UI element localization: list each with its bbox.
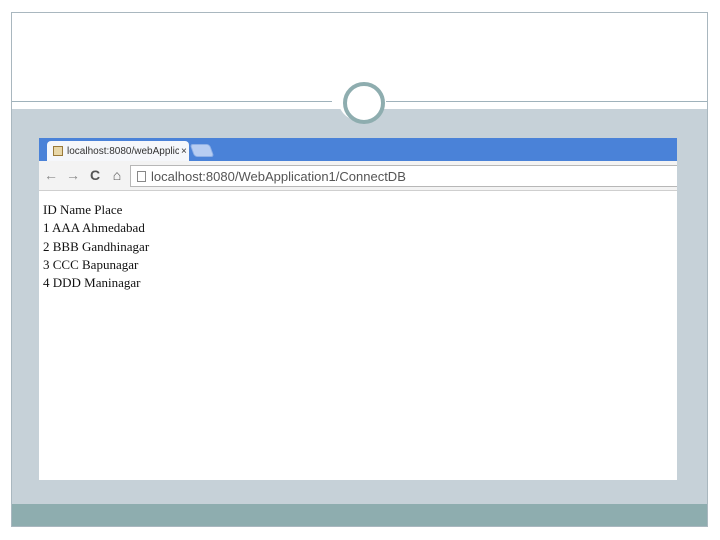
page-content: ID Name Place 1 AAA Ahmedabad 2 BBB Gand… xyxy=(43,201,673,292)
reload-icon[interactable]: C xyxy=(87,167,103,183)
content-line-header: ID Name Place xyxy=(43,202,123,217)
content-line: 3 CCC Bapunagar xyxy=(43,256,139,272)
browser-tab[interactable]: localhost:8080/webApplica × xyxy=(47,141,189,161)
slide-footer xyxy=(12,504,707,526)
content-line: 4 DDD Maninagar xyxy=(43,275,141,291)
page-icon xyxy=(137,170,146,182)
browser-screenshot: localhost:8080/webApplica × ← → C ⌂ loca… xyxy=(39,138,677,480)
browser-toolbar: ← → C ⌂ localhost:8080/WebApplication1/C… xyxy=(39,161,677,191)
content-line: 1 AAA Ahmedabad xyxy=(43,220,145,236)
home-icon[interactable]: ⌂ xyxy=(109,167,125,183)
header-rule-left xyxy=(12,101,332,102)
favicon-icon xyxy=(53,146,63,156)
new-tab-button[interactable] xyxy=(189,144,215,157)
url-text[interactable]: localhost:8080/WebApplication1/ConnectDB xyxy=(151,169,406,184)
address-bar[interactable]: localhost:8080/WebApplication1/ConnectDB xyxy=(130,165,677,187)
tab-title: localhost:8080/webApplica xyxy=(67,145,179,157)
content-line: 2 BBB Gandhinagar xyxy=(43,238,150,254)
circle-ornament-icon xyxy=(338,77,385,124)
tab-strip: localhost:8080/webApplica × xyxy=(39,138,677,161)
back-arrow-icon[interactable]: ← xyxy=(43,167,59,183)
header-rule-right xyxy=(386,101,707,102)
close-tab-button[interactable]: × xyxy=(181,146,187,157)
forward-arrow-icon[interactable]: → xyxy=(65,167,81,183)
